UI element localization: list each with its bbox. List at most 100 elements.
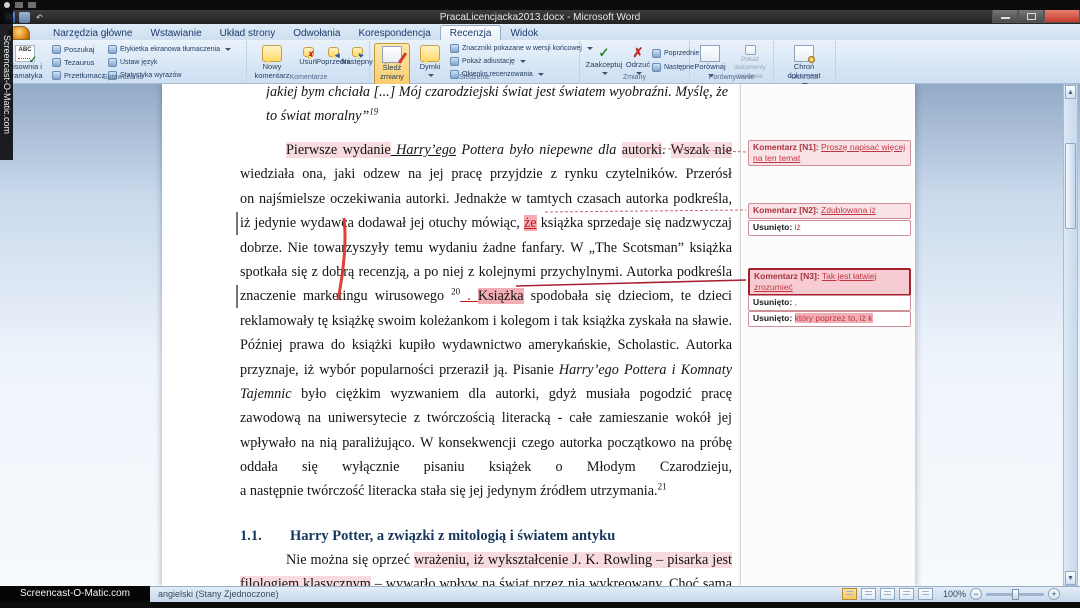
- zoom-in-button[interactable]: +: [1048, 588, 1060, 600]
- next-change-icon: [652, 63, 661, 72]
- tab-odwolania[interactable]: Odwołania: [284, 26, 349, 40]
- research-button[interactable]: Poszukaj: [52, 45, 94, 54]
- quote-line: to świat moralny”: [266, 108, 369, 124]
- comment-balloon-n3-selected[interactable]: Komentarz [N3]: Tak jest łatwiej zrozumi…: [748, 268, 911, 296]
- text-line: wpływało na nią paraliżująco. W konsekwe…: [240, 431, 732, 455]
- text-line: filologiem klasycznym – wywarło wpływ na…: [240, 572, 732, 586]
- deletion-label: Usunięto:: [753, 313, 792, 323]
- window-title: PracaLicencjacka2013.docx - Microsoft Wo…: [0, 12, 1080, 23]
- status-bar: angielski (Stany Zjednoczone) 100% − +: [0, 586, 1080, 602]
- text-line: on najśmielsze oczekiwania autorki. Jedn…: [240, 187, 732, 211]
- tab-wstawianie[interactable]: Wstawianie: [142, 26, 211, 40]
- tab-recenzja[interactable]: Recenzja: [440, 25, 502, 40]
- comment-balloon-n2[interactable]: Komentarz [N2]: Zdublowana iż: [748, 203, 911, 219]
- screentip-icon: [108, 45, 117, 54]
- paragraph-2: Nie można się oprzeć wrażeniu, iż wykszt…: [240, 548, 732, 586]
- status-right-controls: 100% − +: [842, 588, 1060, 600]
- balloons-icon: [420, 45, 440, 62]
- zoom-slider-thumb[interactable]: [1012, 589, 1019, 600]
- tab-narzedzia-glowne[interactable]: Narzędzia główne: [44, 26, 142, 40]
- close-button[interactable]: [1044, 10, 1080, 23]
- set-language-button[interactable]: Ustaw język: [108, 58, 157, 67]
- text-line: wiedziała ona, jaki odzew na jej pracę p…: [240, 162, 732, 186]
- group-label-compare: Porównywanie: [690, 74, 773, 81]
- footnote-ref: 20: [451, 287, 460, 297]
- group-label-protect: Ochrona: [774, 74, 835, 81]
- quote-line: jakiej bym chciała [...] Mój czarodziejs…: [266, 84, 728, 104]
- stop-icon[interactable]: [28, 2, 36, 8]
- view-fullscreen-button[interactable]: [861, 588, 876, 600]
- thesaurus-button[interactable]: Tezaurus: [52, 58, 94, 67]
- heading-number: 1.1.: [240, 526, 290, 546]
- view-draft-button[interactable]: [918, 588, 933, 600]
- scroll-up-button[interactable]: ▲: [1065, 85, 1076, 99]
- display-for-review-dropdown[interactable]: Znaczniki pokazane w wersji końcowej: [450, 44, 593, 53]
- comment-label: Komentarz [N2]:: [753, 205, 819, 215]
- accept-check-icon: ✓: [599, 45, 610, 60]
- pause-icon[interactable]: [15, 2, 23, 8]
- view-outline-button[interactable]: [899, 588, 914, 600]
- vertical-scrollbar[interactable]: ▲ ▼: [1063, 84, 1078, 586]
- minimize-button[interactable]: [992, 10, 1018, 23]
- dropdown-arrow-icon: [520, 60, 526, 63]
- text-line: reklamowały tę książkę swoim koleżankom …: [240, 309, 732, 333]
- accept-button[interactable]: ✓ Zaakceptuj: [583, 43, 625, 78]
- group-label-tracking: Śledzenie: [370, 74, 579, 81]
- next-change-button[interactable]: Następne: [652, 63, 694, 72]
- screen-bottom-strip: [0, 602, 1080, 608]
- group-protect: Chroń dokument Ochrona: [774, 41, 836, 82]
- track-changes-icon: [382, 46, 402, 63]
- research-icon: [52, 45, 61, 54]
- view-print-layout-button[interactable]: [842, 588, 857, 600]
- previous-comment-icon: ◂: [328, 47, 339, 57]
- deletion-balloon-3[interactable]: Usunięto: który poprzez to, iż k: [748, 311, 911, 327]
- view-web-layout-button[interactable]: [880, 588, 895, 600]
- zoom-slider[interactable]: [986, 593, 1044, 596]
- show-markup-button[interactable]: Pokaż adiustację: [450, 57, 526, 66]
- document-text-column: jakiej bym chciała [...] Mój czarodziejs…: [240, 84, 732, 586]
- group-compare: Porównaj Pokaż dokumenty źródłowe Porówn…: [690, 41, 774, 82]
- next-comment-button[interactable]: ▸ Następny: [344, 45, 370, 67]
- deletion-balloon-1[interactable]: Usunięto: iż: [748, 220, 911, 236]
- text-line: zawodową na uniwersytecie z twórczością …: [240, 406, 732, 430]
- text-line: dobrze. Nie towarzyszyły temu wydaniu ża…: [240, 236, 732, 260]
- paragraph-1: Pierwsze wydanie Harry’ego Pottera było …: [240, 138, 732, 504]
- restore-button[interactable]: [1018, 10, 1044, 23]
- text-line: a następnie twórczość literacka stała si…: [240, 479, 732, 503]
- comment-balloon-n1[interactable]: Komentarz [N1]: Proszę napisać więcej na…: [748, 140, 911, 166]
- section-heading: 1.1.Harry Potter, a związki z mitologią …: [240, 526, 732, 546]
- comment-label: Komentarz [N1]:: [753, 142, 819, 152]
- tab-widok[interactable]: Widok: [501, 26, 547, 40]
- deletion-balloon-2[interactable]: Usunięto: ,: [748, 295, 911, 311]
- comment-text: Zdublowana iż: [821, 205, 876, 215]
- record-icon[interactable]: [4, 2, 10, 8]
- watermark-vertical: Screencast-O-Matic.com: [0, 10, 13, 160]
- protect-document-button[interactable]: Chroń dokument: [782, 43, 826, 89]
- tab-uklad-strony[interactable]: Układ strony: [211, 26, 285, 40]
- window-buttons: [992, 10, 1080, 24]
- deletion-label: Usunięto:: [753, 222, 792, 232]
- previous-change-icon: [652, 49, 661, 58]
- show-markup-icon: [450, 57, 459, 66]
- footnote-ref: 19: [369, 107, 378, 117]
- text-line: Pierwsze wydanie Harry’ego Pottera było …: [240, 138, 732, 162]
- heading-text: Harry Potter, a związki z mitologią i św…: [290, 528, 615, 544]
- scroll-down-button[interactable]: ▼: [1065, 571, 1076, 585]
- reject-button[interactable]: ✗ Odrzuć: [624, 43, 652, 78]
- translation-screentip-button[interactable]: Etykietka ekranowa tłumaczenia: [108, 45, 231, 54]
- scrollbar-thumb[interactable]: [1065, 143, 1076, 229]
- text-line: iż jedynie wydawca dodawał jej otuchy mó…: [240, 211, 732, 235]
- deletion-label: Usunięto:: [753, 297, 792, 307]
- status-language[interactable]: angielski (Stany Zjednoczone): [158, 589, 279, 599]
- text-line: znaczenie marketingu wirusowego 20 . Ksi…: [240, 284, 732, 308]
- compare-icon: [700, 45, 720, 62]
- arrow-up-icon: ▲: [1067, 89, 1074, 96]
- document-page[interactable]: jakiej bym chciała [...] Mój czarodziejs…: [162, 84, 740, 586]
- dropdown-arrow-icon: [225, 48, 231, 51]
- zoom-out-button[interactable]: −: [970, 588, 982, 600]
- zoom-level[interactable]: 100%: [943, 589, 966, 599]
- language-icon: [108, 58, 117, 67]
- tab-korespondencja[interactable]: Korespondencja: [349, 26, 439, 40]
- screen-recorder-bar: [0, 0, 1080, 10]
- document-area: jakiej bym chciała [...] Mój czarodziejs…: [0, 84, 1080, 586]
